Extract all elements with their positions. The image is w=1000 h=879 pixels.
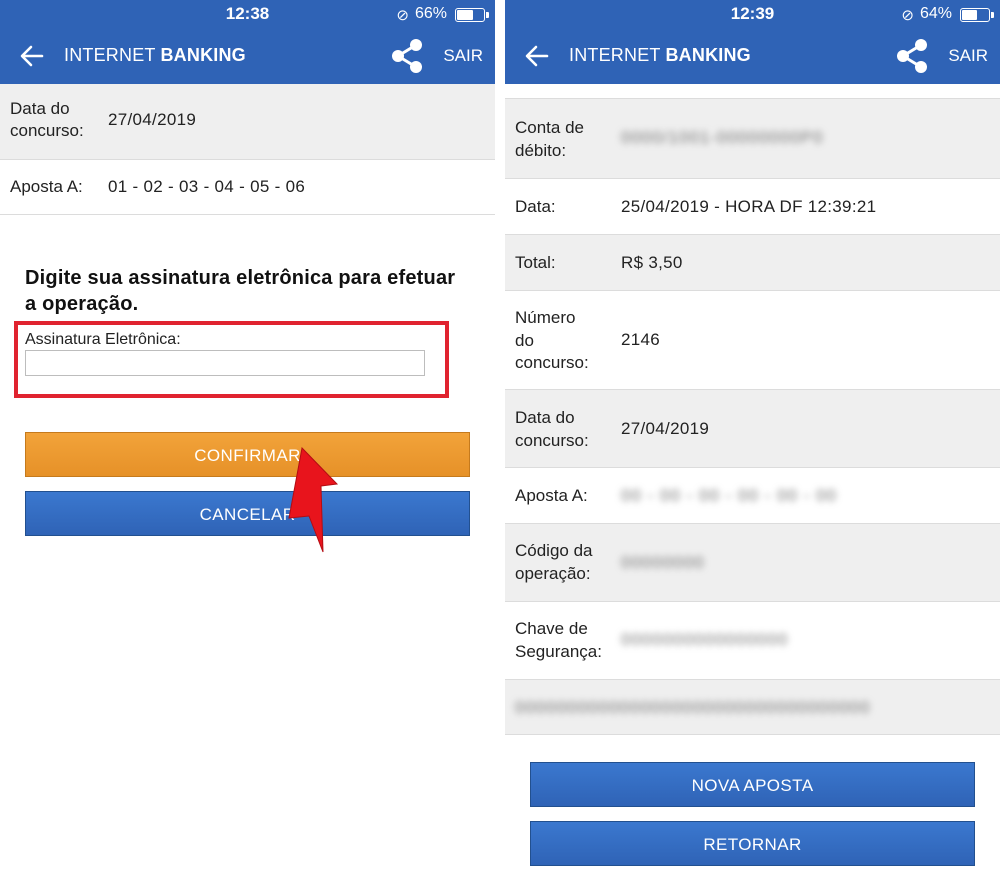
return-button[interactable]: RETORNAR <box>530 821 975 866</box>
receipt-row: Conta de débito: 0000/1001-00000000P0 <box>505 99 1000 179</box>
spacer-row <box>505 84 1000 99</box>
app-header: 12:39 ⊘ 64% INTERNET BANKING SAIR <box>505 0 1000 84</box>
row-label: Código da operação: <box>515 541 593 583</box>
row-label: Chave de Segurança: <box>515 619 602 661</box>
receipt-row: Data: 25/04/2019 - HORA DF 12:39:21 <box>505 179 1000 235</box>
signature-label: Assinatura Eletrônica: <box>25 331 181 348</box>
battery-percent: 66% <box>414 5 447 22</box>
row-label: Número do concurso: <box>515 308 589 372</box>
confirm-button[interactable]: CONFIRMAR <box>25 432 470 477</box>
receipt-row: Chave de Segurança: 0000000000000000 <box>505 602 1000 680</box>
row-value: 27/04/2019 <box>108 110 197 129</box>
status-bar: 12:38 ⊘ 66% <box>0 0 495 28</box>
row-label: Data: <box>515 197 556 216</box>
exit-button[interactable]: SAIR <box>443 46 483 66</box>
screen-divider <box>495 0 505 879</box>
row-value: 27/04/2019 <box>621 419 710 438</box>
battery-icon <box>455 8 489 22</box>
row-label: Total: <box>515 253 556 272</box>
receipt-row: 0000000000000000000000000000000000 <box>505 680 1000 735</box>
row-value: 0000/1001-00000000P0 <box>621 127 823 149</box>
page-title: INTERNET BANKING <box>569 45 751 65</box>
rotation-lock-icon: ⊘ <box>396 7 409 24</box>
app-header: 12:38 ⊘ 66% INTERNET BANKING SAIR <box>0 0 495 84</box>
exit-button[interactable]: SAIR <box>948 46 988 66</box>
battery-percent: 64% <box>919 5 952 22</box>
rotation-lock-icon: ⊘ <box>901 7 914 24</box>
row-value: 00000000 <box>621 552 705 574</box>
row-value: 2146 <box>621 330 661 349</box>
new-bet-button[interactable]: NOVA APOSTA <box>530 762 975 807</box>
row-value: R$ 3,50 <box>621 253 683 272</box>
row-value: 00 - 00 - 00 - 00 - 00 - 00 <box>621 485 837 507</box>
row-label: Conta de débito: <box>515 118 584 160</box>
receipt-row: Data do concurso: 27/04/2019 <box>505 390 1000 468</box>
receipt-row: Código da operação: 00000000 <box>505 524 1000 602</box>
pointer-arrow-icon <box>288 446 339 553</box>
back-arrow-icon[interactable] <box>523 42 551 70</box>
back-arrow-icon[interactable] <box>18 42 46 70</box>
receipt-row: Número do concurso: 2146 <box>505 291 1000 390</box>
info-row: Aposta A: 01 - 02 - 03 - 04 - 05 - 06 <box>0 160 495 215</box>
signature-prompt: Digite sua assinatura eletrônica para ef… <box>25 267 456 315</box>
share-icon[interactable] <box>895 38 929 74</box>
page-title: INTERNET BANKING <box>64 45 246 65</box>
redacted-value: 00000000 <box>621 553 705 572</box>
redacted-value: 0000000000000000000000000000000000 <box>515 698 871 717</box>
row-value: 25/04/2019 - HORA DF 12:39:21 <box>621 197 877 216</box>
cancel-button[interactable]: CANCELAR <box>25 491 470 536</box>
info-row: Data do concurso: 27/04/2019 <box>0 84 495 160</box>
share-icon[interactable] <box>390 38 424 74</box>
redacted-value: 0000000000000000 <box>621 630 789 649</box>
redacted-value: 0000/1001-00000000P0 <box>621 128 824 147</box>
row-label: Data do concurso: <box>10 99 84 140</box>
receipt-row: Total: R$ 3,50 <box>505 235 1000 291</box>
row-value: 01 - 02 - 03 - 04 - 05 - 06 <box>108 177 306 196</box>
battery-icon <box>960 8 994 22</box>
row-label: Data do concurso: <box>515 408 589 450</box>
redacted-value: 00 - 00 - 00 - 00 - 00 - 00 <box>621 486 837 505</box>
row-value: 0000000000000000000000000000000000 <box>515 697 870 719</box>
row-label: Aposta A: <box>515 486 588 505</box>
left-screen: 12:38 ⊘ 66% INTERNET BANKING SAIR Data d… <box>0 0 495 879</box>
signature-input[interactable] <box>25 350 425 376</box>
right-screen: 12:39 ⊘ 64% INTERNET BANKING SAIR Conta … <box>505 0 1000 879</box>
row-value: 0000000000000000 <box>621 629 788 651</box>
receipt-row: Aposta A: 00 - 00 - 00 - 00 - 00 - 00 <box>505 468 1000 524</box>
status-bar: 12:39 ⊘ 64% <box>505 0 1000 28</box>
row-label: Aposta A: <box>10 177 83 196</box>
